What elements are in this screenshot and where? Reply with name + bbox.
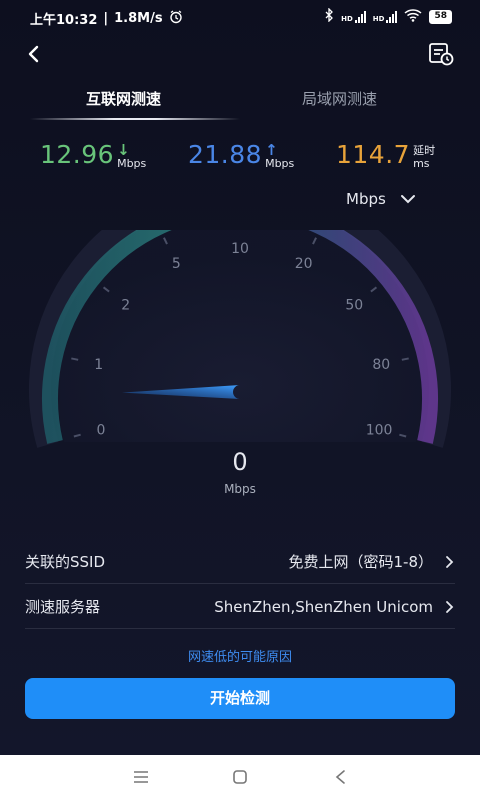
chevron-right-icon <box>446 600 454 613</box>
gauge-tick-label: 20 <box>295 256 313 272</box>
wifi-icon <box>404 8 422 25</box>
history-icon <box>429 43 454 66</box>
chevron-down-icon <box>400 195 415 204</box>
gauge-tick-label: 5 <box>172 256 181 272</box>
download-arrow-icon: ↓ <box>117 141 130 159</box>
signal-icon <box>386 10 398 23</box>
slow-speed-reasons-link[interactable]: 网速低的可能原因 <box>0 646 480 665</box>
upload-unit: Mbps <box>265 157 295 170</box>
start-test-button[interactable]: 开始检测 <box>25 678 455 719</box>
speed-test-screen: 上午10:32 | 1.8M/s HD HD 58 互联网测速 局域网测速 12… <box>0 0 480 755</box>
system-nav-bar <box>0 755 480 800</box>
signal-icon <box>354 10 366 23</box>
gauge-tick-label: 2 <box>121 297 130 313</box>
server-label: 测速服务器 <box>25 598 101 616</box>
status-bar: 上午10:32 | 1.8M/s HD HD 58 <box>0 0 480 34</box>
latency-unit: ms <box>413 157 430 170</box>
upload-metric: 21.88 ↑ Mbps <box>188 140 294 170</box>
back-chevron-icon <box>28 45 39 63</box>
speed-gauge: 0 1 2 5 10 20 50 80 100 <box>29 230 451 448</box>
download-unit: Mbps <box>117 157 147 170</box>
menu-icon <box>134 771 148 783</box>
upload-value: 21.88 <box>188 140 263 169</box>
status-net-speed: 1.8M/s <box>114 11 163 26</box>
ssid-label: 关联的SSID <box>25 553 106 571</box>
tab-internet-speed[interactable]: 互联网测速 <box>86 88 161 109</box>
nav-back-button[interactable] <box>329 767 353 787</box>
gauge-tick-label: 1 <box>94 357 103 373</box>
alarm-icon <box>169 9 183 28</box>
unit-dropdown[interactable]: Mbps <box>346 190 416 208</box>
download-value: 12.96 <box>40 140 115 169</box>
status-separator: | <box>103 11 109 26</box>
upload-arrow-icon: ↑ <box>265 141 278 159</box>
gauge-tick-label: 0 <box>96 422 105 438</box>
home-button[interactable] <box>228 767 252 787</box>
latency-label: 延时 <box>413 144 436 157</box>
gauge-tick <box>71 357 79 361</box>
unit-dropdown-value: Mbps <box>346 190 386 208</box>
gauge-tick-label: 100 <box>366 422 393 438</box>
download-metric: 12.96 ↓ Mbps <box>40 140 146 170</box>
gauge-tick-label: 50 <box>345 297 363 313</box>
gauge-tick-label: 80 <box>372 357 390 373</box>
active-tab-indicator <box>30 118 240 120</box>
current-speed-unit: Mbps <box>224 482 256 496</box>
tab-lan-speed[interactable]: 局域网测速 <box>302 88 377 109</box>
sim2-signal: HD <box>373 10 398 23</box>
current-speed-value: 0 <box>232 448 248 476</box>
latency-value: 114.7 <box>336 140 411 169</box>
status-time: 上午10:32 <box>30 13 98 28</box>
back-button[interactable] <box>20 40 48 68</box>
ssid-row[interactable]: 关联的SSID 免费上网（密码1-8） <box>25 540 455 584</box>
sim1-signal: HD <box>341 10 366 23</box>
server-row[interactable]: 测速服务器 ShenZhen,ShenZhen Unicom <box>25 585 455 629</box>
home-icon <box>233 770 247 784</box>
ssid-value: 免费上网（密码1-8） <box>288 553 433 571</box>
bluetooth-icon <box>324 7 334 25</box>
server-value: ShenZhen,ShenZhen Unicom <box>214 597 433 616</box>
back-triangle-icon <box>335 770 345 784</box>
recent-apps-button[interactable] <box>129 767 153 787</box>
history-button[interactable] <box>426 40 456 68</box>
gauge-tick <box>401 357 409 361</box>
battery-indicator: 58 <box>429 9 452 24</box>
latency-metric: 114.7 延时 ms <box>336 140 435 170</box>
gauge-tick-label: 10 <box>231 241 249 257</box>
chevron-right-icon <box>446 555 454 568</box>
